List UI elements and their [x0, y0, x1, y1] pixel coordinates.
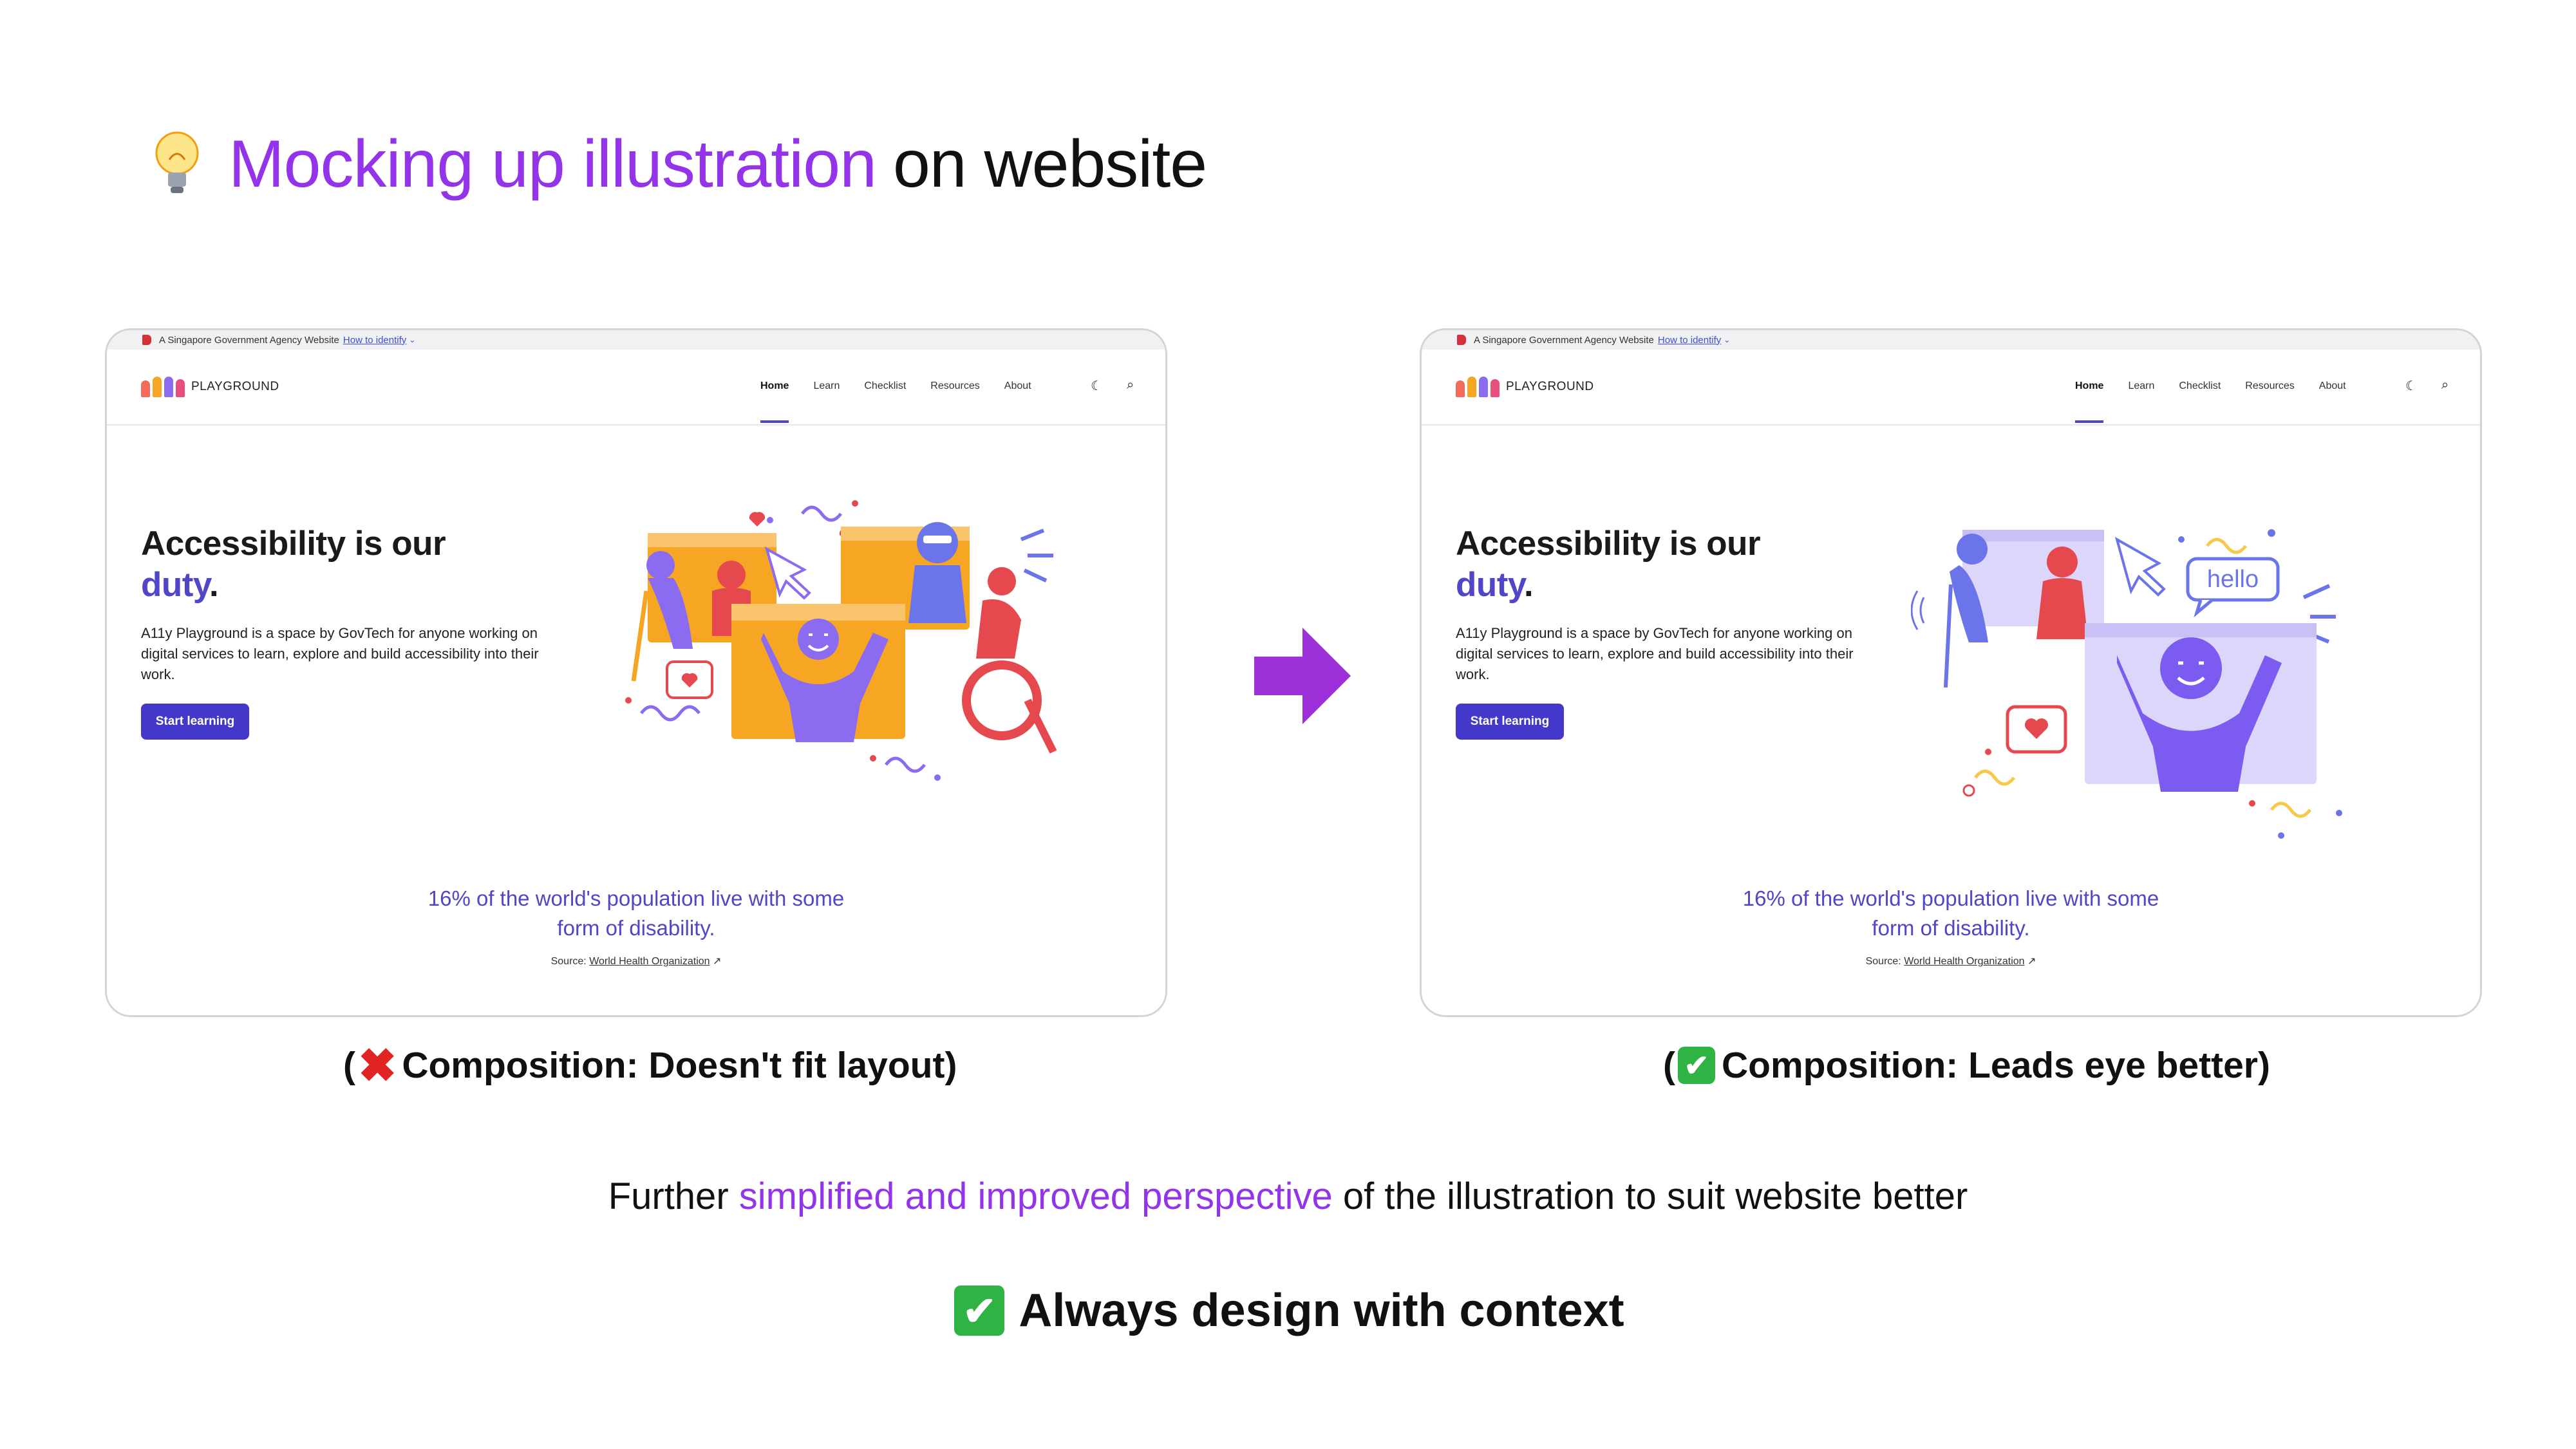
nav-checklist[interactable]: Checklist	[2179, 380, 2221, 392]
external-link-icon: ↗	[2027, 956, 2036, 967]
hero-title-period: .	[1523, 566, 1534, 604]
dark-mode-icon[interactable]: ☾	[1091, 378, 1102, 394]
summary-prefix: Further	[608, 1175, 729, 1217]
who-link[interactable]: World Health Organization	[1904, 956, 2024, 967]
check-mark-icon: ✔	[1677, 1047, 1715, 1084]
right-arrow-icon	[1254, 628, 1351, 724]
site-header: PLAYGROUND Home Learn Checklist Resource…	[1422, 350, 2480, 425]
source-label: Source:	[1865, 956, 1901, 967]
nav-icons: ☾ ⌕	[1091, 378, 1134, 394]
statistic-text: 16% of the world's population live with …	[107, 884, 1165, 943]
caption-before-text: Composition: Doesn't fit layout)	[402, 1045, 957, 1086]
search-icon[interactable]: ⌕	[2441, 378, 2449, 394]
slide-title: Mocking up illustration on website	[151, 122, 1207, 206]
caption-open-paren: (	[343, 1045, 355, 1086]
how-to-identify-link[interactable]: How to identify	[343, 335, 406, 346]
gov-masthead-text: A Singapore Government Agency Website	[1474, 334, 1654, 346]
logo-text: PLAYGROUND	[1506, 380, 1594, 393]
singapore-flag-icon	[1457, 335, 1466, 345]
nav-checklist[interactable]: Checklist	[864, 380, 906, 392]
summary-suffix: of the illustration to suit website bett…	[1342, 1175, 1968, 1217]
site-header: PLAYGROUND Home Learn Checklist Resource…	[107, 350, 1165, 425]
hero-title-line1: Accessibility is our	[141, 525, 446, 563]
hero-title-accent: duty	[1456, 566, 1524, 604]
hero-illustration-old	[625, 500, 1057, 781]
gov-masthead: A Singapore Government Agency Website Ho…	[107, 330, 1165, 350]
caption-after: ( ✔ Composition: Leads eye better)	[1663, 1040, 2270, 1091]
summary-text: Further simplified and improved perspect…	[0, 1175, 2576, 1218]
nav-resources[interactable]: Resources	[2245, 380, 2294, 392]
source-line: Source: World Health Organization ↗	[1422, 955, 2480, 968]
dark-mode-icon[interactable]: ☾	[2405, 378, 2417, 394]
statistic-text-content: 16% of the world's population live with …	[1742, 886, 2159, 940]
external-link-icon: ↗	[713, 956, 722, 967]
how-to-identify-link[interactable]: How to identify	[1658, 335, 1721, 346]
search-icon[interactable]: ⌕	[1127, 378, 1134, 394]
takeaway-text: Always design with context	[1019, 1285, 1624, 1336]
a11y-logo-mark	[141, 377, 185, 397]
chevron-down-icon[interactable]: ⌄	[1724, 335, 1730, 344]
caption-open-paren: (	[1663, 1045, 1675, 1086]
hero-title-line1: Accessibility is our	[1456, 525, 1761, 563]
singapore-flag-icon	[142, 335, 151, 345]
check-mark-icon: ✔	[954, 1285, 1005, 1336]
gov-masthead: A Singapore Government Agency Website Ho…	[1422, 330, 2480, 350]
source-label: Source:	[550, 956, 587, 967]
statistic-text-content: 16% of the world's population live with …	[428, 886, 845, 940]
mockup-after: A Singapore Government Agency Website Ho…	[1420, 328, 2482, 1017]
hero-description: A11y Playground is a space by GovTech fo…	[1456, 625, 1854, 682]
nav-resources[interactable]: Resources	[930, 380, 979, 392]
caption-before: ( ✖ Composition: Doesn't fit layout)	[343, 1040, 957, 1092]
nav-icons: ☾ ⌕	[2405, 378, 2449, 394]
site-logo[interactable]: PLAYGROUND	[1456, 374, 1594, 400]
logo-text: PLAYGROUND	[191, 380, 279, 393]
start-learning-button[interactable]: Start learning	[141, 704, 249, 740]
nav-about[interactable]: About	[1004, 380, 1031, 392]
site-logo[interactable]: PLAYGROUND	[141, 374, 279, 400]
nav-home[interactable]: Home	[760, 380, 789, 423]
hero-title: Accessibility is our duty.	[141, 523, 446, 606]
mockup-before: A Singapore Government Agency Website Ho…	[105, 328, 1167, 1017]
title-highlight: Mocking up illustration	[229, 126, 877, 201]
nav-home[interactable]: Home	[2075, 380, 2104, 423]
title-rest: on website	[892, 126, 1207, 201]
main-nav: Home Learn Checklist Resources About	[2075, 380, 2346, 423]
chevron-down-icon[interactable]: ⌄	[409, 335, 415, 344]
hero-title: Accessibility is our duty.	[1456, 523, 1761, 606]
hello-bubble-text: hello	[2207, 566, 2259, 593]
cross-mark-icon: ✖	[357, 1040, 397, 1092]
lightbulb-icon	[151, 129, 203, 200]
caption-after-text: Composition: Leads eye better)	[1721, 1045, 2270, 1086]
nav-learn[interactable]: Learn	[813, 380, 840, 392]
hero-description: A11y Playground is a space by GovTech fo…	[141, 625, 539, 682]
hero-title-accent: duty	[141, 566, 209, 604]
source-line: Source: World Health Organization ↗	[107, 955, 1165, 968]
gov-masthead-text: A Singapore Government Agency Website	[159, 334, 339, 346]
takeaway: ✔ Always design with context	[0, 1284, 2576, 1337]
nav-learn[interactable]: Learn	[2128, 380, 2154, 392]
who-link[interactable]: World Health Organization	[589, 956, 710, 967]
summary-highlight: simplified and improved perspective	[738, 1175, 1333, 1217]
main-nav: Home Learn Checklist Resources About	[760, 380, 1031, 423]
statistic-text: 16% of the world's population live with …	[1422, 884, 2480, 943]
hero-illustration-new: hello	[1911, 529, 2342, 839]
hero-title-period: .	[209, 566, 219, 604]
a11y-logo-mark	[1456, 377, 1500, 397]
start-learning-button[interactable]: Start learning	[1456, 704, 1564, 740]
nav-about[interactable]: About	[2319, 380, 2346, 392]
